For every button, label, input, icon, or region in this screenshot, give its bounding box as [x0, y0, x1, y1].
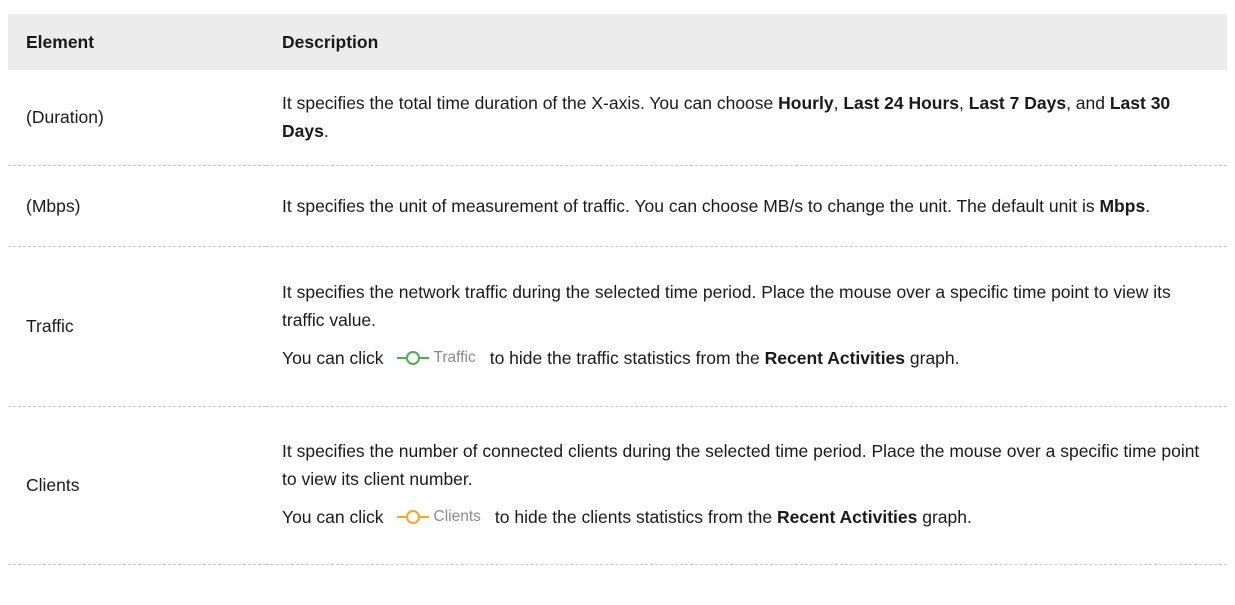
green-line-circle-icon — [396, 350, 429, 365]
table-row: Traffic It specifies the network traffic… — [8, 246, 1227, 406]
desc-text: , and — [1066, 93, 1110, 114]
element-cell: Clients — [26, 475, 80, 495]
description-cell: It specifies the number of connected cli… — [266, 406, 1227, 564]
desc-bold: Recent Activities — [776, 507, 918, 528]
desc-text: . — [323, 121, 329, 142]
description-cell: It specifies the network traffic during … — [266, 246, 1227, 406]
desc-text: , — [833, 93, 844, 114]
desc-bold: Last 7 Days — [968, 93, 1067, 114]
desc-bold: Last 24 Hours — [843, 93, 960, 114]
desc-text: You can click — [282, 348, 384, 369]
element-cell: Traffic — [26, 316, 74, 336]
description-cell: It specifies the total time duration of … — [266, 70, 1227, 165]
table-row: (Mbps) It specifies the unit of measurem… — [8, 165, 1227, 246]
orange-line-circle-icon — [396, 509, 429, 524]
desc-text: , — [959, 93, 969, 114]
desc-paragraph: You can click Traffic to hide the traffic … — [282, 344, 1217, 373]
desc-paragraph: It specifies the number of connected cli… — [282, 441, 1200, 490]
traffic-legend-label: Traffic — [433, 348, 476, 366]
table-header-row: Element Description — [8, 14, 1227, 70]
header-description: Description — [282, 31, 379, 52]
traffic-legend-toggle[interactable]: Traffic — [396, 344, 476, 372]
header-element: Element — [26, 31, 95, 52]
desc-text: It specifies the unit of measurement of … — [282, 195, 1100, 216]
table-row: Clients It specifies the number of conne… — [8, 406, 1227, 564]
desc-text: to hide the traffic statistics from the — [489, 348, 765, 369]
desc-paragraph: You can click Clients to hide the clients … — [282, 503, 1217, 532]
desc-bold: Hourly — [778, 93, 834, 114]
desc-text: graph. — [917, 507, 972, 528]
clients-legend-label: Clients — [433, 507, 481, 525]
desc-text: It specifies the total time duration of … — [282, 93, 779, 114]
element-description-table: Element Description (Duration) It specif… — [8, 14, 1227, 565]
table-row: (Duration) It specifies the total time d… — [8, 70, 1227, 165]
desc-text: graph. — [905, 348, 960, 369]
desc-text: . — [1145, 195, 1151, 216]
description-cell: It specifies the unit of measurement of … — [266, 165, 1227, 246]
desc-text: to hide the clients statistics from the — [494, 507, 777, 528]
desc-bold: Mbps — [1099, 195, 1146, 216]
clients-legend-toggle[interactable]: Clients — [396, 503, 481, 531]
desc-paragraph: It specifies the network traffic during … — [282, 282, 1171, 331]
desc-text: You can click — [282, 507, 384, 528]
desc-bold: Recent Activities — [764, 348, 906, 369]
element-cell: (Duration) — [26, 107, 104, 128]
element-cell: (Mbps) — [26, 195, 81, 216]
